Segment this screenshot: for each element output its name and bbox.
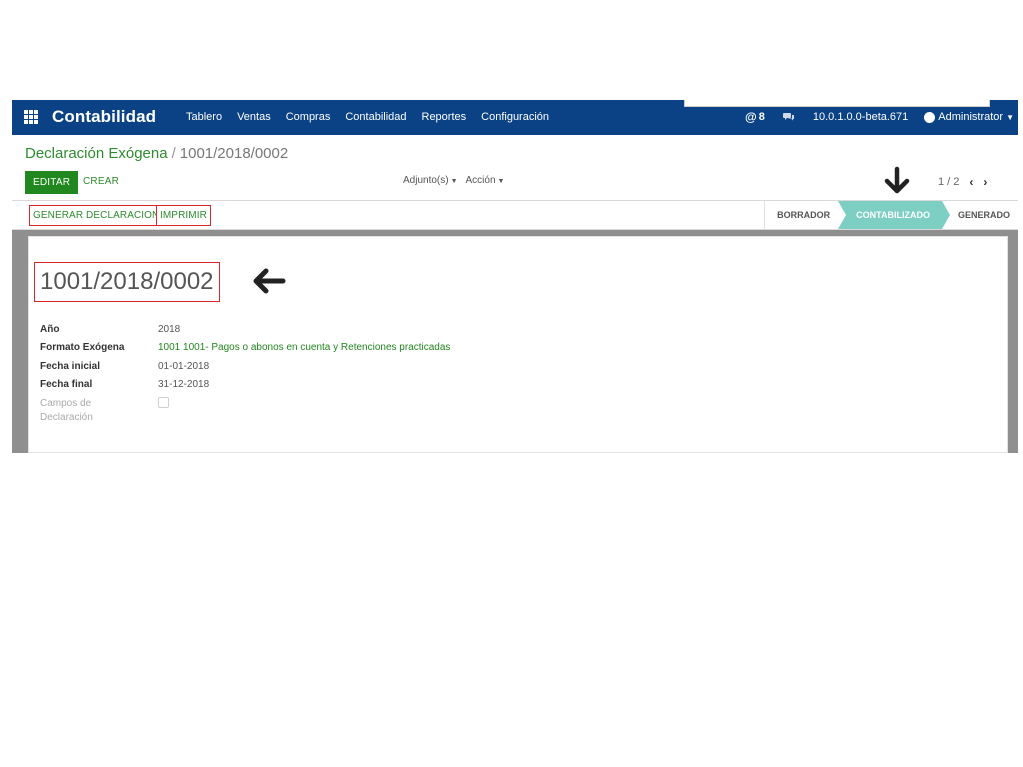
- caret-down-icon: ▼: [450, 178, 458, 185]
- attachments-label: Adjunto(s): [403, 175, 449, 186]
- caret-down-icon: ▼: [1006, 112, 1014, 122]
- chat-icon[interactable]: [782, 112, 795, 122]
- version-label: 10.0.1.0.0-beta.671: [812, 111, 909, 123]
- stage-generado[interactable]: GENERADO: [942, 201, 1018, 229]
- field-label: Fecha inicial: [40, 361, 101, 372]
- pager: 1 / 2 ‹ ›: [938, 175, 987, 189]
- user-name: Administrator: [938, 111, 1004, 123]
- attachments-dropdown[interactable]: Adjunto(s) ▼: [403, 175, 458, 186]
- sidebar-dropdowns: Adjunto(s) ▼ Acción ▼: [403, 175, 512, 186]
- breadcrumb-separator: /: [171, 145, 176, 162]
- field-value: 31-12-2018: [158, 379, 210, 390]
- menu-item-tablero[interactable]: Tablero: [186, 111, 222, 123]
- arrow-left-annotation-icon: [253, 268, 286, 294]
- avatar: [924, 111, 936, 123]
- generate-declaration-button[interactable]: GENERAR DECLARACION: [29, 205, 164, 226]
- menu-item-compras[interactable]: Compras: [286, 111, 331, 123]
- action-dropdown[interactable]: Acción ▼: [466, 175, 505, 186]
- caret-down-icon: ▼: [497, 178, 505, 185]
- field-value: 01-01-2018: [158, 361, 210, 372]
- menu-item-contabilidad[interactable]: Contabilidad: [345, 111, 406, 123]
- user-menu[interactable]: Administrator ▼: [924, 111, 1014, 123]
- form-statusbar: GENERAR DECLARACION IMPRIMIR BORRADOR CO…: [12, 200, 1018, 230]
- field-label: Formato Exógena: [40, 342, 125, 353]
- mentions-indicator[interactable]: @ 8: [745, 110, 765, 124]
- pager-previous-icon[interactable]: ‹: [969, 175, 973, 189]
- app-title: Contabilidad: [52, 107, 157, 126]
- main-menu: Tablero Ventas Compras Contabilidad Repo…: [186, 111, 564, 123]
- field-label: Año: [40, 324, 60, 335]
- edit-button[interactable]: EDITAR: [25, 171, 79, 194]
- mentions-count: 8: [758, 111, 765, 123]
- breadcrumb: Declaración Exógena/1001/2018/0002: [25, 145, 288, 162]
- create-button[interactable]: CREAR: [83, 176, 119, 187]
- stage-contabilizado[interactable]: CONTABILIZADO: [838, 201, 950, 229]
- breadcrumb-current: 1001/2018/0002: [179, 145, 289, 162]
- print-button[interactable]: IMPRIMIR: [156, 205, 211, 226]
- at-icon: @: [745, 110, 757, 124]
- browser-tab-strip: [684, 100, 990, 107]
- apps-grid-icon[interactable]: [24, 110, 38, 124]
- menu-item-configuracion[interactable]: Configuración: [481, 111, 549, 123]
- field-value: 2018: [158, 324, 181, 335]
- breadcrumb-parent[interactable]: Declaración Exógena: [25, 145, 168, 162]
- pager-next-icon[interactable]: ›: [983, 175, 987, 189]
- declaration-fields-checkbox[interactable]: [158, 397, 169, 408]
- record-title: 1001/2018/0002: [34, 262, 220, 302]
- arrow-down-annotation-icon: [884, 166, 910, 194]
- navbar-right: @ 8 10.0.1.0.0-beta.671 Administrator ▼: [745, 110, 1014, 124]
- field-label: Fecha final: [40, 379, 93, 390]
- action-label: Acción: [465, 175, 496, 186]
- field-label: Campos de Declaración: [40, 398, 93, 423]
- menu-item-reportes[interactable]: Reportes: [422, 111, 467, 123]
- menu-item-ventas[interactable]: Ventas: [237, 111, 271, 123]
- stage-borrador[interactable]: BORRADOR: [764, 201, 838, 229]
- format-link[interactable]: 1001 1001- Pagos o abonos en cuenta y Re…: [158, 342, 450, 353]
- status-stages: BORRADOR CONTABILIZADO GENERADO: [764, 201, 1018, 229]
- top-navbar: Contabilidad Tablero Ventas Compras Cont…: [12, 100, 1018, 135]
- pager-value[interactable]: 1 / 2: [938, 176, 959, 188]
